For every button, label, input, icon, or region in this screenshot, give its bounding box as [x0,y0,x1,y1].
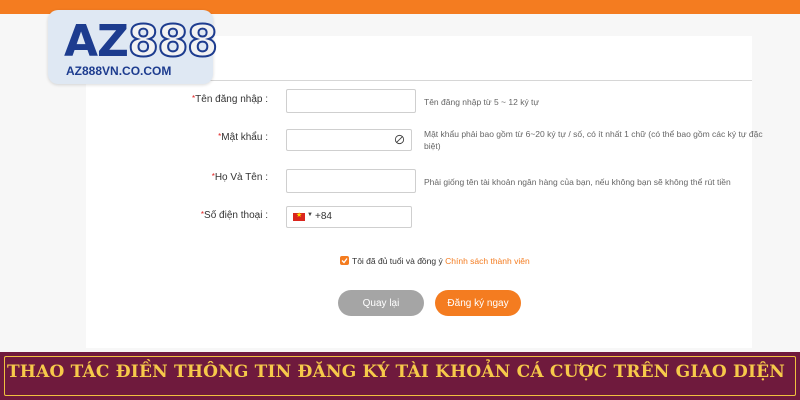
agree-text: Tôi đã đủ tuổi và đồng ý Chính sách thàn… [352,256,530,266]
password-hint: Mật khẩu phải bao gồm từ 6~20 ký tự / số… [424,129,763,151]
vietnam-flag-icon[interactable]: ★ [293,212,305,221]
username-input[interactable] [286,89,416,113]
caption-text: THAO TÁC ĐIỀN THÔNG TIN ĐĂNG KÝ TÀI KHOẢ… [6,362,786,382]
chevron-down-icon[interactable]: ▼ [307,212,313,218]
password-input[interactable] [286,129,412,151]
username-label: *Tên đăng nhập : [192,94,268,105]
back-button[interactable]: Quay lại [338,290,424,316]
password-label: *Mật khẩu : [218,132,268,143]
agree-checkbox[interactable] [340,256,349,265]
eye-slash-icon[interactable] [394,134,405,145]
phone-label: *Số điện thoại : [200,210,268,221]
phone-input[interactable]: ★ ▼ +84 [286,206,412,228]
fullname-input[interactable] [286,169,416,193]
caption-banner: THAO TÁC ĐIỀN THÔNG TIN ĐĂNG KÝ TÀI KHOẢ… [0,352,800,400]
dial-code: +84 [315,211,332,222]
fullname-label: *Họ Và Tên : [211,172,268,183]
register-now-button[interactable]: Đăng ký ngay [435,290,521,316]
logo[interactable]: AZ888 AZ888VN.CO.COM [48,10,219,84]
logo-wordmark: AZ888 [64,15,219,68]
logo-url: AZ888VN.CO.COM [66,64,172,78]
username-hint: Tên đăng nhập từ 5 ~ 12 ký tự [424,97,540,107]
member-policy-link[interactable]: Chính sách thành viên [445,256,530,266]
checkmark-icon [341,258,348,264]
fullname-hint: Phải giống tên tài khoản ngân hàng của b… [424,177,731,187]
